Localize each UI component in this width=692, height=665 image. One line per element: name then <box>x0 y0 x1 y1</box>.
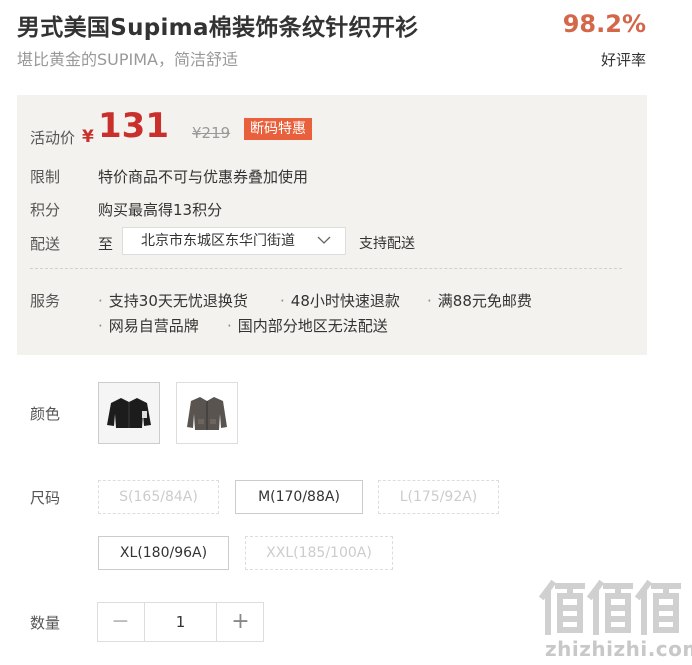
gray-cardigan-icon <box>187 397 227 430</box>
chevron-down-icon <box>317 228 331 263</box>
delivery-to: 至 <box>98 235 114 253</box>
quantity-decrement-button[interactable]: − <box>98 603 143 641</box>
watermark-text: zhizhizhi.com <box>545 637 692 661</box>
color-label: 颜色 <box>30 405 61 423</box>
limit-label: 限制 <box>30 168 61 186</box>
size-option-s[interactable]: S(165/84A) <box>98 480 219 514</box>
service-label: 服务 <box>30 292 61 310</box>
product-title: 男式美国Supima棉装饰条纹针织开衫 <box>17 15 419 41</box>
quantity-input[interactable]: 1 <box>144 603 217 641</box>
size-option-xl[interactable]: XL(180/96A) <box>98 536 229 570</box>
service-item: · 满88元免邮费 <box>427 292 532 310</box>
rating-label: 好评率 <box>600 51 646 69</box>
points-label: 积分 <box>30 201 61 219</box>
service-item: · 网易自营品牌 <box>98 317 199 335</box>
activity-price-label: 活动价 <box>30 129 76 147</box>
address-text: 北京市东城区东华门街道 <box>141 233 295 249</box>
quantity-stepper: − 1 + <box>97 602 264 642</box>
size-label: 尺码 <box>30 489 61 507</box>
service-item: · 支持30天无忧退换货 <box>98 292 248 310</box>
size-option-l[interactable]: L(175/92A) <box>378 480 499 514</box>
size-option-xxl[interactable]: XXL(185/100A) <box>245 536 393 570</box>
sale-price: 131 <box>98 106 169 146</box>
original-price: ¥219 <box>192 124 231 142</box>
color-option-gray[interactable] <box>176 382 238 444</box>
delivery-label: 配送 <box>30 235 61 253</box>
service-item: · 48小时快速退款 <box>280 292 400 310</box>
promo-badge: 断码特惠 <box>244 118 312 140</box>
rating-value: 98.2% <box>562 10 646 38</box>
quantity-increment-button[interactable]: + <box>218 603 263 641</box>
product-subtitle: 堪比黄金的SUPIMA，简洁舒适 <box>17 50 238 69</box>
zhi-logo-icon <box>538 579 681 635</box>
divider <box>30 268 622 269</box>
service-item: · 国内部分地区无法配送 <box>227 317 388 335</box>
address-selector[interactable]: 北京市东城区东华门街道 <box>122 227 346 255</box>
quantity-label: 数量 <box>30 614 61 632</box>
delivery-support: 支持配送 <box>359 236 415 252</box>
color-option-black[interactable] <box>98 382 160 444</box>
black-cardigan-icon <box>107 398 151 428</box>
points-text: 购买最高得13积分 <box>98 201 223 219</box>
size-option-m[interactable]: M(170/88A) <box>235 480 363 514</box>
currency-symbol: ¥ <box>82 127 94 147</box>
limit-text: 特价商品不可与优惠券叠加使用 <box>98 168 309 186</box>
